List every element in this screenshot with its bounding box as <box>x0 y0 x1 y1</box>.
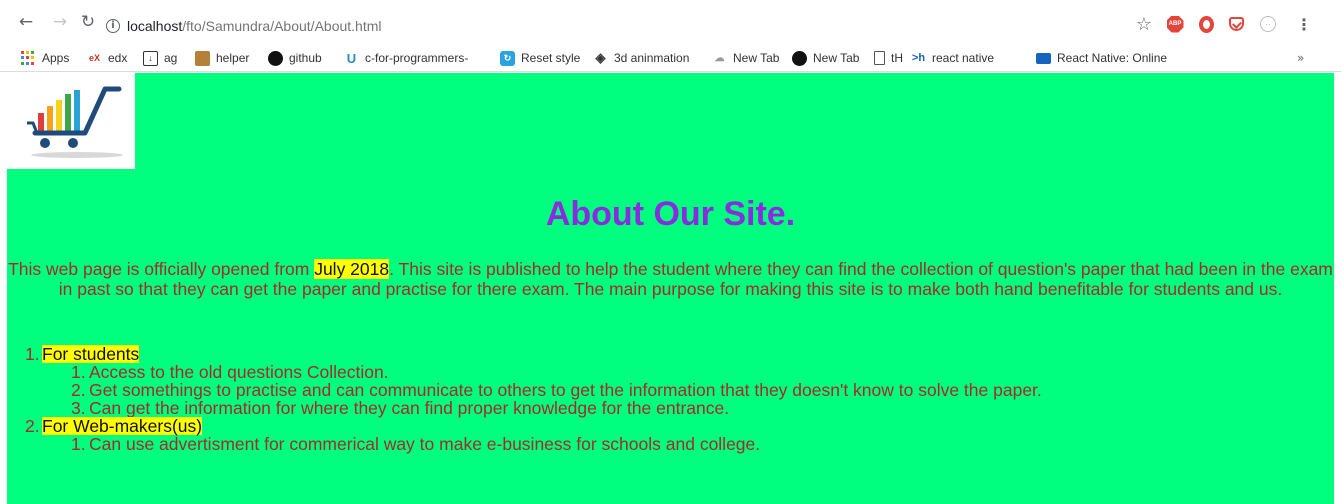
github-icon <box>268 50 283 66</box>
bookmark-label: c-for-programmers- <box>365 51 469 65</box>
bookmark-new-tab[interactable]: ☁ New Tab <box>712 44 780 72</box>
site-logo <box>7 73 135 169</box>
shopping-cart-logo-icon <box>27 86 123 158</box>
info-icon[interactable]: i <box>106 19 120 33</box>
bookmark-github[interactable]: github <box>268 44 322 72</box>
url-host: localhost <box>127 18 183 34</box>
bookmarks-overflow-icon[interactable]: » <box>1297 44 1304 72</box>
list-item-text: Get somethings to practise and can commu… <box>89 380 1042 400</box>
url-path: /fto/Samundra/About/About.html <box>182 18 382 34</box>
address-bar[interactable]: i localhost/fto/Samundra/About/About.htm… <box>106 15 382 37</box>
bookmark-label: React Native: Online <box>1057 51 1168 65</box>
bookmark-label: react native <box>932 51 995 65</box>
list-number: 2. <box>71 380 86 400</box>
udemy-icon: U <box>346 50 357 66</box>
video-icon <box>1036 52 1051 64</box>
newtab-icon: ☁ <box>714 52 725 64</box>
list-item-text: Access to the old questions Collection. <box>89 362 389 382</box>
list-item: 2. Get somethings to practise and can co… <box>25 381 1042 399</box>
forward-arrow-icon[interactable]: → <box>50 12 70 32</box>
reload-icon[interactable]: ↻ <box>78 12 98 32</box>
bookmark-reset-style[interactable]: ↻ Reset style <box>500 44 580 72</box>
bookmark-label: edx <box>108 51 128 65</box>
reset-style-icon: ↻ <box>500 50 515 66</box>
helper-icon <box>195 50 210 66</box>
bookmark-star-icon[interactable]: ☆ <box>1134 14 1154 35</box>
list-number: 1. <box>71 434 86 454</box>
bookmark-label: New Tab <box>733 51 780 65</box>
bookmark-c-for-programmers[interactable]: U c-for-programmers- <box>344 44 469 72</box>
list-number: 2. <box>25 416 40 436</box>
download-icon: ↓ <box>143 50 158 66</box>
page-viewport: About Our Site. This web page is officia… <box>7 73 1334 504</box>
github-icon <box>792 50 807 66</box>
section-heading-web-makers: For Web-makers(us) <box>42 416 203 436</box>
bookmark-th[interactable]: tH <box>874 44 903 72</box>
intro-text-start: This web page is officially opened from <box>8 259 315 279</box>
list-number: 1. <box>71 362 86 382</box>
list-item-section: 1. For students <box>25 345 1042 363</box>
bookmark-react-native[interactable]: >h react native <box>911 44 994 72</box>
list-number: 1. <box>25 344 40 364</box>
bookmarks-bar: Apps eX edx ↓ ag helper github U c-for-p… <box>0 44 1341 72</box>
bookmark-3d-aninmation[interactable]: ◈ 3d aninmation <box>593 44 690 72</box>
pocket-icon[interactable] <box>1226 14 1246 34</box>
apps-grid-icon <box>21 50 36 66</box>
extension-icon[interactable]: ·· <box>1258 14 1278 34</box>
list-item-text: Can use advertisment for commerical way … <box>89 434 761 454</box>
purpose-list: 1. For students 1. Access to the old que… <box>25 345 1042 453</box>
list-item: 1. Access to the old questions Collectio… <box>25 363 1042 381</box>
bookmark-label: Reset style <box>521 51 581 65</box>
bookmark-label: helper <box>216 51 250 65</box>
browser-toolbar: ← → ↻ i localhost/fto/Samundra/About/Abo… <box>0 0 1341 44</box>
list-item: 1. Can use advertisment for commerical w… <box>25 435 1042 453</box>
edx-icon: eX <box>88 53 100 63</box>
list-item-section: 2. For Web-makers(us) <box>25 417 1042 435</box>
bookmark-apps[interactable]: Apps <box>21 44 69 72</box>
bookmark-label: Apps <box>42 51 70 65</box>
opening-date-highlight: July 2018 <box>314 259 390 279</box>
3d-animation-icon: ◈ <box>595 50 606 65</box>
page-title: About Our Site. <box>545 195 796 233</box>
section-heading-students: For students <box>42 344 140 364</box>
abp-label: ABP <box>1166 15 1184 33</box>
adblock-plus-icon[interactable]: ABP <box>1165 14 1185 34</box>
bookmark-new-tab-github[interactable]: New Tab <box>792 44 859 72</box>
bookmark-label: github <box>289 51 322 65</box>
bookmark-label: 3d aninmation <box>614 51 690 65</box>
bookmark-edx[interactable]: eX edx <box>87 44 127 72</box>
page-icon <box>874 51 885 65</box>
bookmark-label: tH <box>891 51 903 65</box>
bookmark-helper[interactable]: helper <box>195 44 249 72</box>
bookmark-react-native-online[interactable]: React Native: Online <box>1036 44 1167 72</box>
menu-kebab-icon[interactable]: ⋮ <box>1294 14 1314 34</box>
terminal-icon: >h <box>911 52 926 64</box>
list-number: 3. <box>71 398 86 418</box>
bookmark-ag[interactable]: ↓ ag <box>143 44 177 72</box>
intro-paragraph: This web page is officially opened from … <box>7 259 1334 299</box>
opera-icon[interactable] <box>1196 14 1216 34</box>
back-arrow-icon[interactable]: ← <box>16 12 36 32</box>
bookmark-label: New Tab <box>813 51 860 65</box>
bookmark-label: ag <box>164 51 178 65</box>
list-item: 3. Can get the information for where the… <box>25 399 1042 417</box>
list-item-text: Can get the information for where they c… <box>89 398 730 418</box>
